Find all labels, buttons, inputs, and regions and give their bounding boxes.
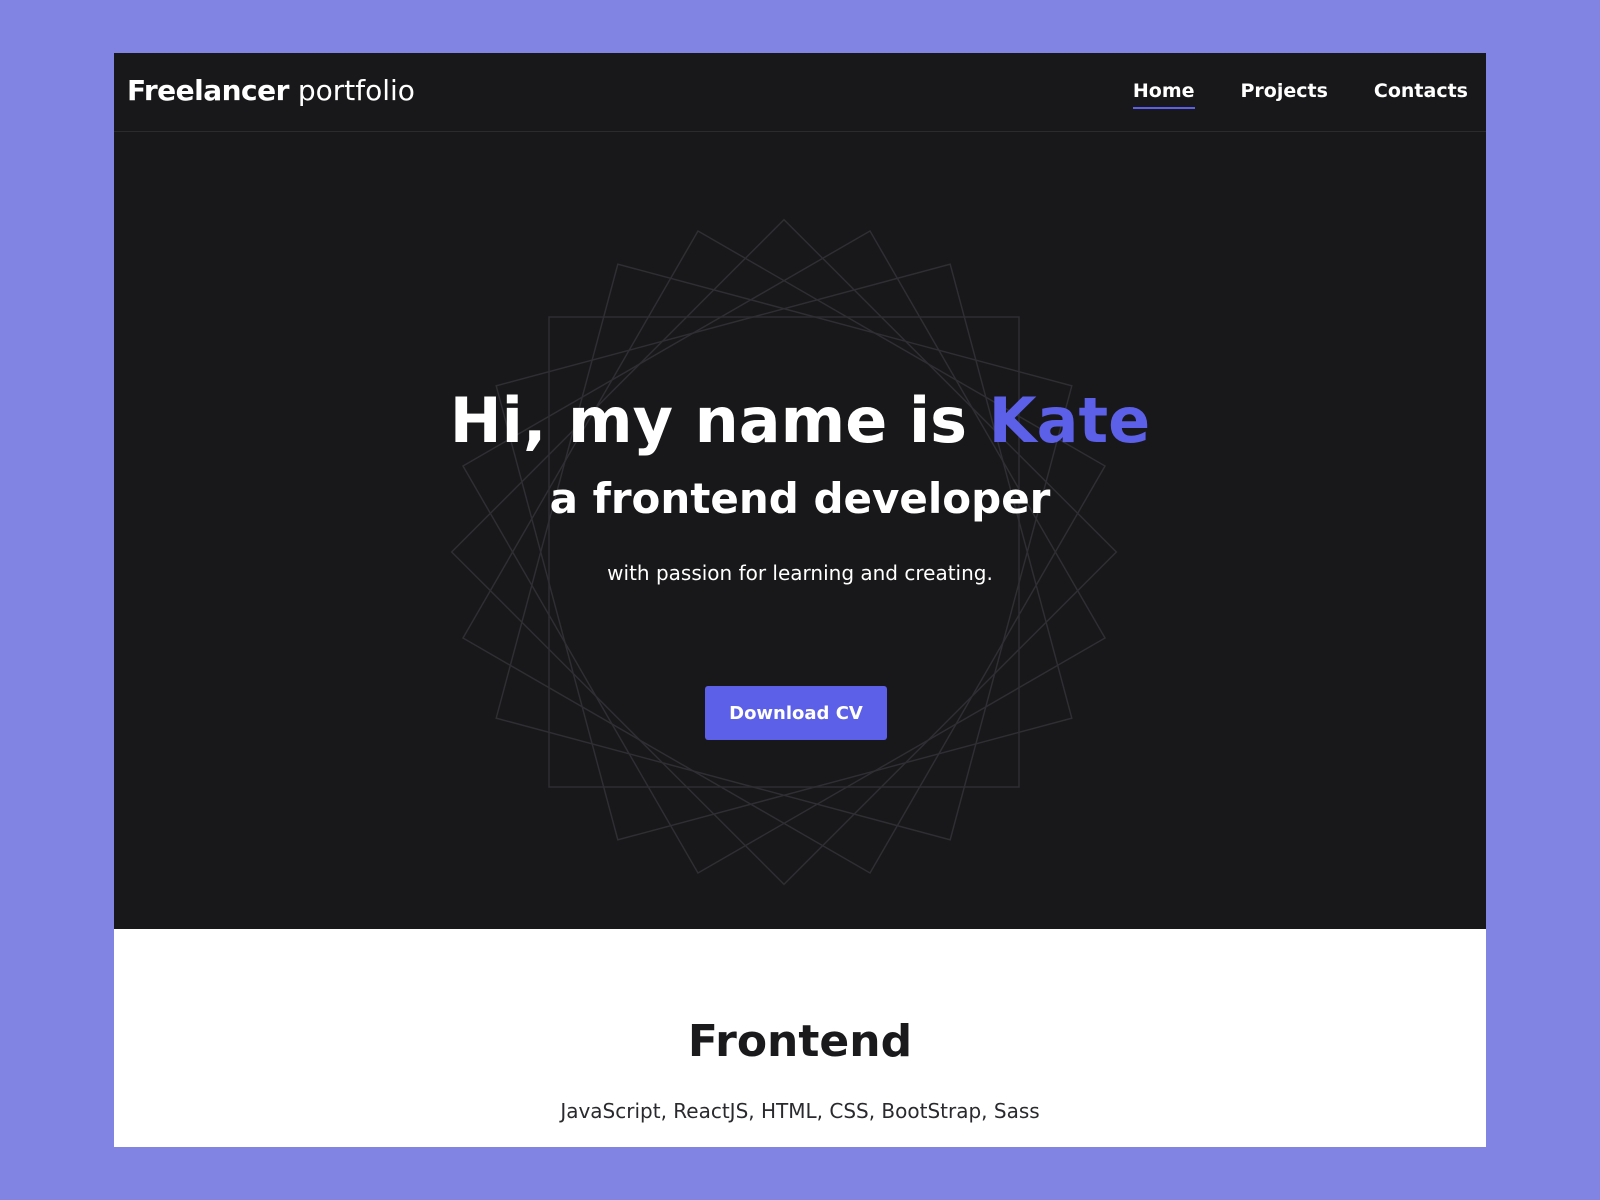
browser-viewport: Freelancer portfolio Home Projects Conta… [114,53,1486,1147]
hero-title-prefix: Hi, my name is [449,384,989,457]
hero-subtitle: a frontend developer [549,474,1051,523]
brand-name: Freelancer [127,74,289,107]
hero-tagline: with passion for learning and creating. [607,561,993,585]
nav-link-contacts[interactable]: Contacts [1374,77,1468,109]
nav-menu: Home Projects Contacts [1132,77,1468,109]
decorative-square [495,263,1073,841]
nav-link-projects[interactable]: Projects [1241,77,1328,109]
decorative-square [495,263,1073,841]
skills-title: Frontend [687,1016,913,1067]
hero-title: Hi, my name is Kate [114,382,1486,460]
brand-logo[interactable]: Freelancer portfolio [127,73,415,109]
hero-name: Kate [988,384,1151,457]
hero-section: Hi, my name is Kate a frontend developer… [114,132,1486,929]
skills-section: Frontend JavaScript, ReactJS, HTML, CSS,… [114,929,1486,1147]
decorative-square [461,229,1107,875]
decorative-square [450,218,1118,886]
skills-list: JavaScript, ReactJS, HTML, CSS, BootStra… [560,1099,1040,1123]
navbar: Freelancer portfolio Home Projects Conta… [114,53,1486,132]
brand-suffix: portfolio [297,74,415,107]
decorative-square [461,229,1107,875]
nav-link-home[interactable]: Home [1132,77,1195,109]
decorative-squares-pattern [450,218,1118,886]
download-cv-button[interactable]: Download CV [705,686,887,740]
